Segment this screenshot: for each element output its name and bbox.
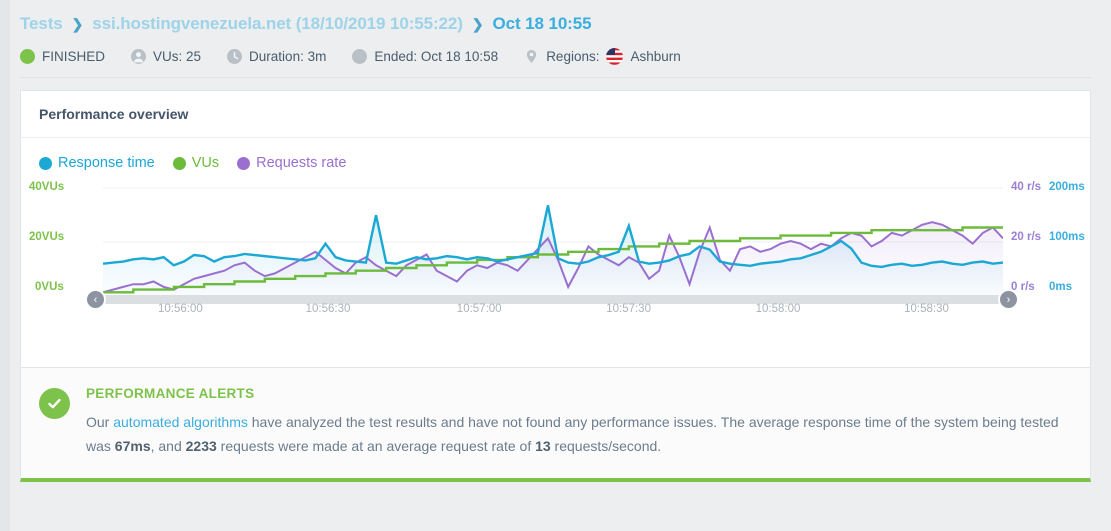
alerts-text-mid2: , and — [150, 438, 186, 455]
page-title: Oct 18 10:55 — [492, 14, 592, 33]
meta-regions-label: Regions: — [546, 49, 600, 64]
y-axis-ms-tick-200: 200ms — [1049, 181, 1085, 193]
meta-duration: Duration: 3m — [227, 49, 326, 64]
chevron-right-icon: ❯ — [71, 15, 84, 32]
request-count-value: 2233 — [185, 438, 217, 455]
legend-dot-vus — [172, 156, 186, 170]
meta-ended-label: Ended: Oct 18 10:58 — [374, 49, 499, 64]
x-axis-tick: 10:57:00 — [456, 303, 502, 315]
x-axis-tick: 10:57:30 — [606, 303, 651, 315]
y-axis-left-tick-0: 0VUs — [35, 281, 64, 293]
legend-dot-response-time — [39, 156, 52, 170]
legend-label-response-time: Response time — [58, 155, 155, 171]
status-badge: FINISHED — [42, 49, 106, 64]
legend-label-vus: VUs — [191, 155, 220, 171]
x-axis-tick: 10:56:00 — [158, 303, 203, 315]
alerts-body: Our automated algorithms have analyzed t… — [86, 410, 1070, 458]
avg-response-time-value: 67ms — [114, 438, 151, 455]
user-icon — [131, 49, 147, 64]
legend-item-vus[interactable]: VUs — [172, 155, 220, 171]
performance-overview-card: Performance overview Response time VUs R… — [20, 90, 1091, 368]
meta-vus: VUs: 25 — [131, 49, 201, 64]
meta-region-value: Ashburn — [630, 49, 681, 64]
map-pin-icon — [524, 49, 539, 64]
legend-label-requests-rate: Requests rate — [256, 155, 347, 171]
alerts-text-prefix: Our — [86, 414, 114, 430]
alerts-title: PERFORMANCE ALERTS — [86, 386, 255, 401]
us-flag-icon — [606, 48, 624, 65]
meta-ended: Ended: Oct 18 10:58 — [352, 49, 498, 64]
chevron-right-icon-2: ❯ — [471, 15, 484, 32]
x-axis-tick: 10:58:00 — [755, 303, 801, 315]
y-axis-ms-tick-100: 100ms — [1049, 231, 1085, 243]
y-axis-rs-tick-40: 40 r/s — [1011, 181, 1042, 193]
automated-algorithms-link[interactable]: automated algorithms — [113, 414, 248, 430]
x-axis-tick: 10:58:30 — [904, 303, 949, 315]
circle-icon — [352, 49, 368, 64]
chart-legend: Response time VUs Requests rate — [21, 138, 1090, 171]
x-axis-ticks: 10:56:00 10:56:30 10:57:00 10:57:30 10:58:00… — [103, 303, 1003, 319]
page-header: Tests ❯ ssi.hostingvenezuela.net (18/10/… — [0, 0, 1111, 65]
y-axis-rs-tick-20: 20 r/s — [1011, 231, 1042, 243]
performance-chart[interactable]: 40VUs 20VUs 0VUs 40 r/s 20 r/s 0 r/s 200… — [21, 177, 1090, 367]
legend-item-response-time[interactable]: Response time — [39, 155, 155, 171]
chart-plot-area — [103, 187, 1003, 295]
meta-regions: Regions: Ashburn — [524, 48, 681, 65]
circle-filled-icon — [20, 49, 35, 64]
breadcrumb: Tests ❯ ssi.hostingvenezuela.net (18/10/… — [20, 14, 1091, 34]
request-rate-value: 13 — [535, 438, 551, 455]
meta-vus-label: VUs: 25 — [153, 49, 202, 64]
legend-item-requests-rate[interactable]: Requests rate — [237, 155, 346, 171]
test-meta-row: FINISHED VUs: 25 Duration: 3m Ended: Oct… — [20, 48, 1091, 65]
breadcrumb-root-link[interactable]: Tests — [20, 14, 63, 34]
performance-alerts-card: PERFORMANCE ALERTS Our automated algorit… — [20, 368, 1091, 483]
left-gutter — [0, 0, 10, 531]
y-axis-left-tick-20: 20VUs — [29, 231, 65, 243]
card-title: Performance overview — [21, 91, 1090, 138]
y-axis-left-tick-40: 40VUs — [29, 181, 65, 193]
meta-status: FINISHED — [20, 49, 105, 64]
alerts-text-mid3: requests were made at an average request… — [216, 438, 536, 455]
meta-duration-label: Duration: 3m — [249, 49, 327, 64]
legend-dot-requests-rate — [237, 156, 251, 170]
alerts-text-suffix: requests/second. — [550, 438, 662, 455]
breadcrumb-test-link[interactable]: ssi.hostingvenezuela.net (18/10/2019 10:… — [92, 14, 463, 34]
x-axis-tick: 10:56:30 — [305, 303, 351, 315]
check-circle-icon — [39, 388, 70, 419]
y-axis-ms-tick-0: 0ms — [1049, 281, 1073, 293]
clock-icon — [227, 49, 243, 64]
